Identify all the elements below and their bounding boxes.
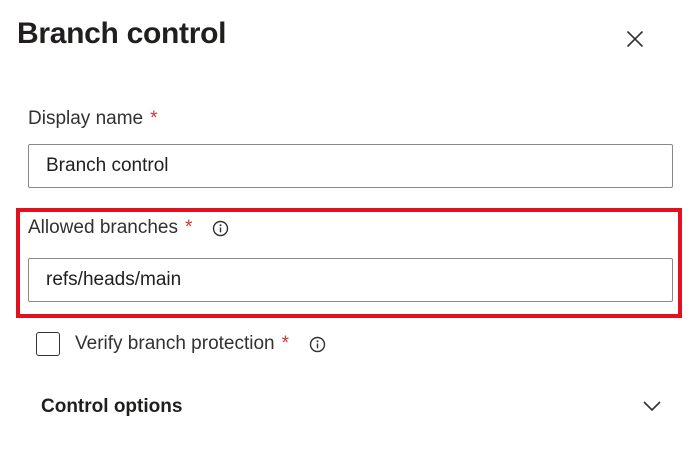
close-icon xyxy=(626,30,644,48)
verify-branch-protection-label-row: Verify branch protection * xyxy=(75,332,326,356)
allowed-branches-value: refs/heads/main xyxy=(46,269,182,290)
allowed-branches-label-row: Allowed branches * xyxy=(28,216,229,240)
close-button[interactable] xyxy=(620,24,650,54)
branch-control-panel: Branch control Display name * Branch con… xyxy=(0,0,690,453)
required-marker: * xyxy=(281,333,290,354)
info-icon[interactable] xyxy=(309,336,326,353)
chevron-down-icon xyxy=(643,401,661,412)
allowed-branches-input[interactable]: refs/heads/main xyxy=(28,258,673,302)
control-options-label: Control options xyxy=(41,396,183,417)
panel-title: Branch control xyxy=(17,17,227,50)
info-icon[interactable] xyxy=(212,220,229,237)
display-name-label-row: Display name * xyxy=(28,107,158,131)
required-marker: * xyxy=(184,217,193,238)
display-name-value: Branch control xyxy=(46,155,169,176)
required-marker: * xyxy=(150,108,158,129)
control-options-toggle[interactable]: Control options xyxy=(28,390,668,424)
display-name-label: Display name xyxy=(28,108,144,129)
verify-branch-protection-checkbox[interactable] xyxy=(36,332,60,356)
display-name-input[interactable]: Branch control xyxy=(28,144,673,188)
allowed-branches-label: Allowed branches xyxy=(28,217,178,238)
verify-branch-protection-label: Verify branch protection xyxy=(75,333,275,354)
